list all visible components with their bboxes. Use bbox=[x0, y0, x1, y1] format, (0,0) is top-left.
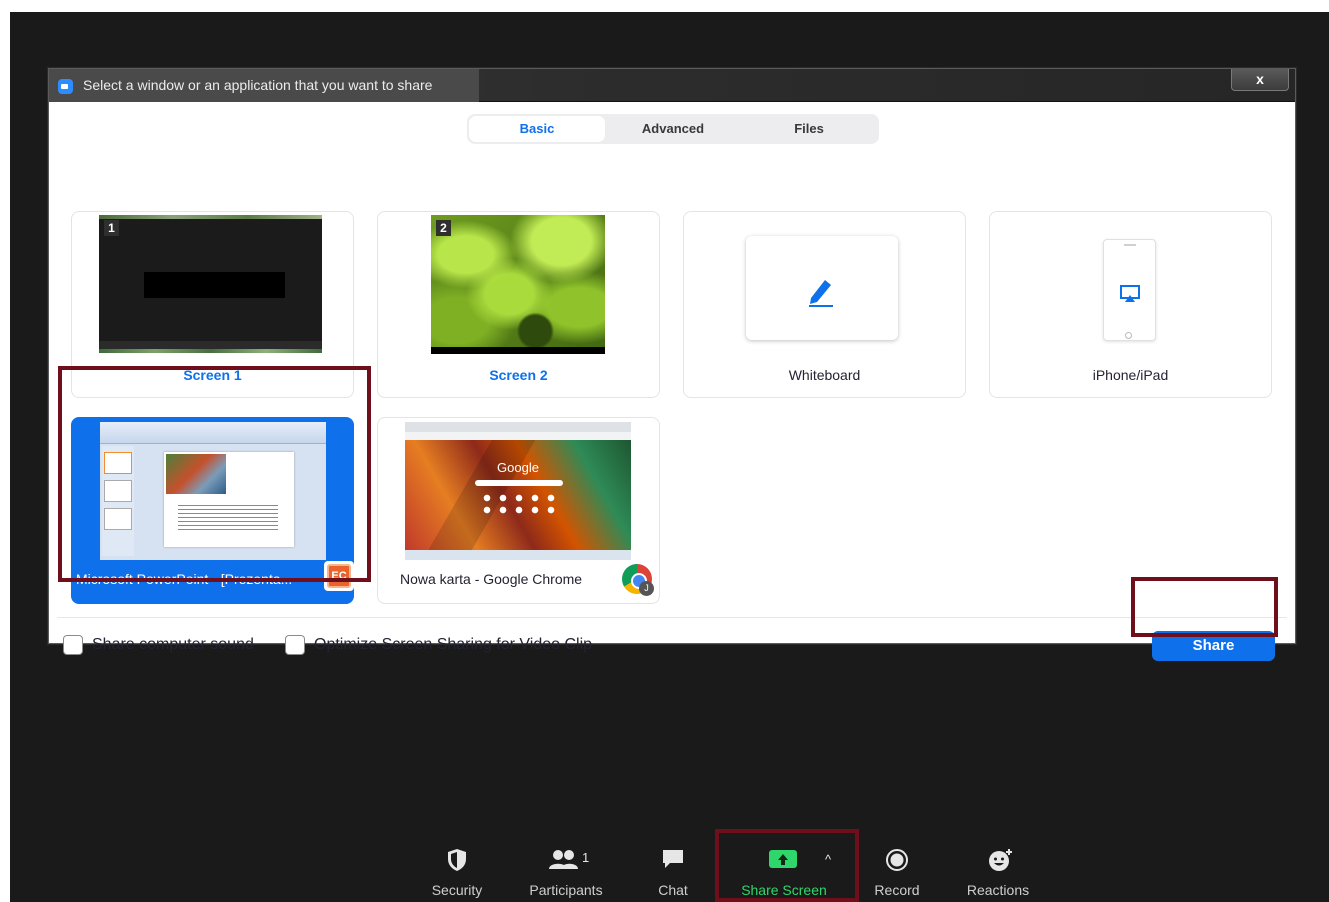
tab-files[interactable]: Files bbox=[741, 116, 877, 142]
tile-label: Whiteboard bbox=[788, 367, 861, 383]
chat-icon bbox=[663, 850, 683, 868]
optimize-video-option[interactable]: Optimize Screen Sharing for Video Clip bbox=[285, 635, 592, 655]
pen-icon bbox=[809, 280, 833, 307]
succulent-wallpaper bbox=[431, 215, 605, 347]
share-button-highlight-frame bbox=[1131, 577, 1278, 637]
chrome-thumbnail: Google bbox=[405, 422, 631, 560]
share-tile-iphone-ipad[interactable]: iPhone/iPad bbox=[989, 211, 1272, 398]
share-screen-icon bbox=[769, 850, 797, 868]
participants-label: Participants bbox=[529, 882, 603, 898]
screen-2-thumbnail: 2 bbox=[431, 215, 605, 354]
tab-advanced[interactable]: Advanced bbox=[605, 116, 741, 142]
screen-number-badge: 2 bbox=[436, 220, 451, 236]
meeting-toolbar: Security 1 Participants Chat Share Scree… bbox=[0, 838, 1329, 902]
reactions-label: Reactions bbox=[966, 882, 1030, 898]
chat-label: Chat bbox=[658, 882, 688, 898]
reactions-icon bbox=[989, 849, 1012, 871]
zoom-app-icon bbox=[58, 79, 73, 94]
participants-icon bbox=[549, 850, 578, 869]
share-screen-label: Share Screen bbox=[741, 882, 827, 898]
shield-icon bbox=[448, 849, 466, 871]
close-button[interactable]: x bbox=[1231, 69, 1289, 91]
chrome-icon: J bbox=[622, 564, 654, 596]
share-sound-label: Share computer sound bbox=[92, 636, 254, 653]
optimize-video-label: Optimize Screen Sharing for Video Clip bbox=[314, 636, 593, 653]
share-tile-whiteboard[interactable]: Whiteboard bbox=[683, 211, 966, 398]
optimize-video-checkbox[interactable] bbox=[285, 635, 305, 655]
screen-number-badge: 1 bbox=[104, 220, 119, 236]
footer-divider bbox=[57, 617, 1287, 618]
record-icon bbox=[886, 849, 908, 871]
dialog-title: Select a window or an application that y… bbox=[83, 77, 433, 93]
tile-label: Screen 2 bbox=[489, 367, 548, 383]
record-label: Record bbox=[874, 882, 920, 898]
screen-1-thumbnail: 1 bbox=[99, 215, 322, 353]
tab-basic[interactable]: Basic bbox=[469, 116, 605, 142]
tile-label: iPhone/iPad bbox=[1092, 367, 1169, 383]
dialog-titlebar[interactable]: Select a window or an application that y… bbox=[49, 69, 1295, 102]
redacted-area bbox=[144, 272, 285, 298]
tab-bar: Basic Advanced Files bbox=[467, 114, 879, 144]
selection-highlight-frame bbox=[58, 366, 371, 582]
whiteboard-card bbox=[746, 236, 898, 340]
share-tile-chrome[interactable]: Google Nowa karta - Google Chrome J bbox=[377, 417, 660, 604]
airplay-icon bbox=[1120, 285, 1140, 302]
chevron-up-icon: ^ bbox=[825, 852, 832, 867]
share-sound-option[interactable]: Share computer sound bbox=[63, 635, 254, 655]
google-logo-text: Google bbox=[497, 460, 539, 475]
phone-graphic bbox=[1103, 239, 1156, 341]
security-label: Security bbox=[431, 882, 483, 898]
tile-label: Nowa karta - Google Chrome bbox=[400, 571, 583, 587]
profile-avatar: J bbox=[639, 581, 654, 596]
participants-count: 1 bbox=[582, 850, 590, 865]
share-sound-checkbox[interactable] bbox=[63, 635, 83, 655]
share-tile-screen-2[interactable]: 2 Screen 2 bbox=[377, 211, 660, 398]
